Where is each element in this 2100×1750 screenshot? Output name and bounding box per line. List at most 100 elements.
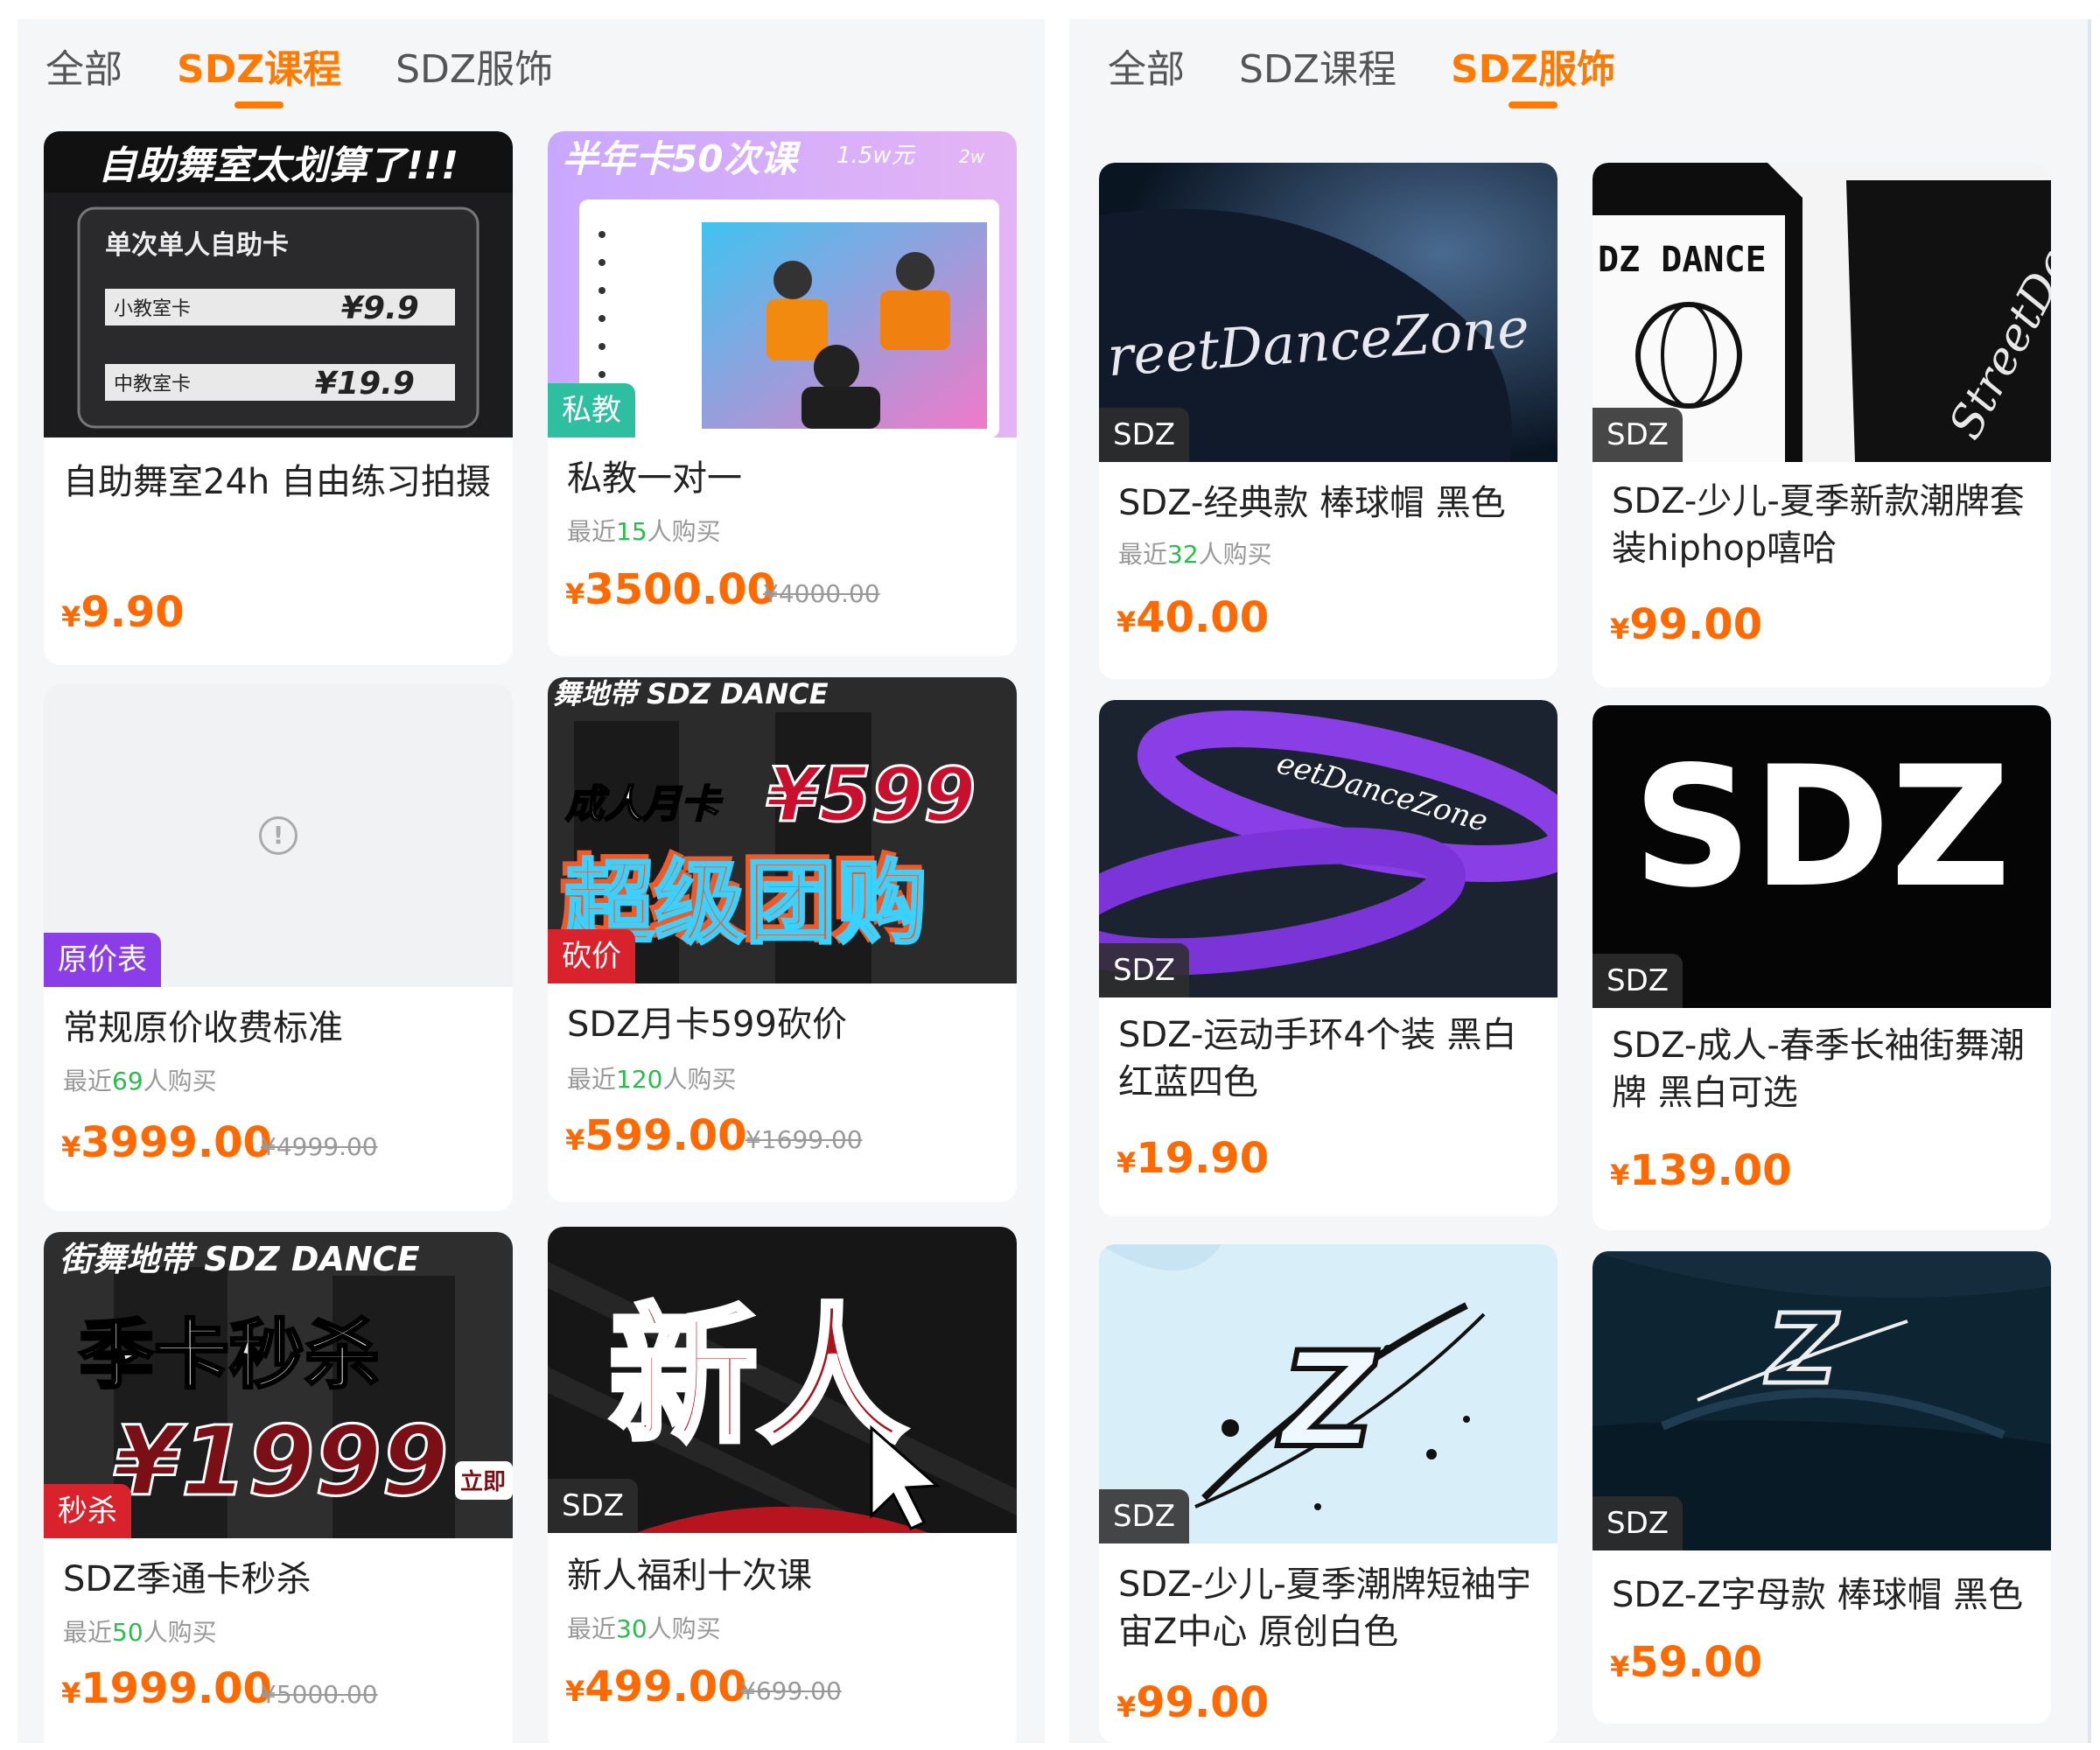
product-badge: 秒杀 xyxy=(44,1484,131,1538)
product-card[interactable]: Z SDZ SDZ-Z字母款 棒球帽 黑色 ¥59.00 xyxy=(1592,1251,2051,1724)
product-card[interactable]: 街舞地带 SDZ DANCE 季卡秒杀 ¥1999 立即 秒杀 SDZ季通卡秒杀… xyxy=(44,1232,513,1743)
product-price: ¥99.00 xyxy=(1116,1678,1270,1727)
product-badge: SDZ xyxy=(1099,408,1190,462)
original-price: ¥4999.00 xyxy=(261,1132,378,1161)
tab-sdz-apparel[interactable]: SDZ服饰 xyxy=(396,44,553,96)
product-price: ¥40.00 xyxy=(1116,593,1270,642)
image-side-text: 立即 xyxy=(460,1468,506,1495)
product-image: 街舞地带 SDZ DANCE 季卡秒杀 ¥1999 立即 秒杀 xyxy=(44,1232,513,1538)
product-title: SDZ-Z字母款 棒球帽 黑色 xyxy=(1612,1575,2024,1615)
sold-count: 最近30人购买 xyxy=(567,1614,721,1643)
tab-all[interactable]: 全部 xyxy=(46,44,122,96)
category-tabs: 全部 SDZ课程 SDZ服饰 xyxy=(1108,44,1615,114)
product-image-placeholder: ! 原价表 xyxy=(44,684,513,987)
image-row1-label: 小教室卡 xyxy=(114,298,191,320)
panel-divider xyxy=(2088,19,2091,1743)
product-price: ¥99.00 xyxy=(1610,600,1763,649)
product-title: SDZ-运动手环4个装 黑白红蓝四色 xyxy=(1118,1015,1517,1102)
product-image: reetDanceZone SDZ xyxy=(1099,163,1558,462)
product-card[interactable]: 半年卡50次课 1.5w元 2w 私教 私教一对一 最近15人购买 ¥3500.… xyxy=(548,131,1017,656)
product-title: SDZ月卡599砍价 xyxy=(567,1004,847,1045)
tab-sdz-apparel[interactable]: SDZ服饰 xyxy=(1451,44,1615,108)
image-amount: ¥599 xyxy=(766,752,976,839)
sold-count: 最近120人购买 xyxy=(567,1065,737,1094)
brand-logo: SDZ xyxy=(1633,731,2011,924)
image-big-text: 季卡秒杀 xyxy=(79,1312,380,1399)
product-price: ¥9.90 xyxy=(61,588,185,637)
product-badge: 原价表 xyxy=(44,933,161,987)
product-badge: SDZ xyxy=(548,1479,639,1533)
sold-count: 最近69人购买 xyxy=(63,1067,217,1096)
apparel-panel: 全部 SDZ课程 SDZ服饰 reetDanceZone SDZ SDZ-经典款… xyxy=(1069,19,2088,1743)
product-title: SDZ-少儿-夏季新款潮牌套装hiphop嘻哈 xyxy=(1612,481,2025,569)
product-image: 自助舞室太划算了!!! 单次单人自助卡 小教室卡 ¥9.9 中教室卡 ¥19.9 xyxy=(44,131,513,438)
image-shirt-text: DZ DANCE xyxy=(1598,240,1767,280)
image-big-text: 新人 xyxy=(609,1291,906,1464)
product-card[interactable]: 新人 SDZ 新人福利十次课 最近30人购买 ¥499.00 ¥699.00 xyxy=(548,1227,1017,1743)
tab-all[interactable]: 全部 xyxy=(1108,44,1185,96)
product-price: ¥1999.00 xyxy=(61,1664,272,1713)
product-title: SDZ季通卡秒杀 xyxy=(63,1559,312,1600)
product-price: ¥599.00 xyxy=(565,1111,747,1160)
product-badge: SDZ xyxy=(1592,1496,1684,1550)
image-top-text: 舞地带 SDZ DANCE xyxy=(553,677,829,710)
product-badge: SDZ xyxy=(1592,408,1684,462)
product-price: ¥499.00 xyxy=(565,1662,747,1712)
product-card[interactable]: reetDanceZone SDZ SDZ-经典款 棒球帽 黑色 最近32人购买… xyxy=(1099,163,1558,679)
original-price: ¥5000.00 xyxy=(261,1680,378,1709)
product-card[interactable]: ! 原价表 常规原价收费标准 最近69人购买 ¥3999.00 ¥4999.00 xyxy=(44,684,513,1211)
image-row2-label: 中教室卡 xyxy=(114,374,191,396)
product-image: DZ DANCE StreetDanceZone SDZ xyxy=(1592,163,2051,462)
product-title: 私教一对一 xyxy=(567,458,742,499)
product-badge: SDZ xyxy=(1099,1489,1190,1544)
image-headline: 半年卡50次课 xyxy=(562,137,801,180)
product-card[interactable]: 舞地带 SDZ DANCE 成人月卡 ¥599 超级团购 超级团购 砍价 SDZ… xyxy=(548,677,1017,1202)
tab-sdz-courses[interactable]: SDZ课程 xyxy=(177,44,341,108)
product-badge: SDZ xyxy=(1099,943,1190,998)
image-headline: 自助舞室太划算了!!! xyxy=(98,144,458,188)
product-price: ¥139.00 xyxy=(1610,1146,1792,1195)
image-tag: 2w xyxy=(959,146,985,167)
product-title: 新人福利十次课 xyxy=(567,1556,812,1596)
product-badge: 砍价 xyxy=(548,929,635,984)
info-icon: ! xyxy=(259,816,298,855)
original-price: ¥4000.00 xyxy=(763,579,880,608)
product-title: SDZ-少儿-夏季潮牌短袖宇宙Z中心 原创白色 xyxy=(1118,1564,1531,1652)
tab-sdz-courses[interactable]: SDZ课程 xyxy=(1239,44,1396,96)
product-image: Z SDZ xyxy=(1592,1251,2051,1550)
product-price: ¥3999.00 xyxy=(61,1118,272,1167)
product-title: SDZ-经典款 棒球帽 黑色 xyxy=(1118,483,1506,523)
product-card[interactable]: DZ DANCE StreetDanceZone SDZ SDZ-少儿-夏季新款… xyxy=(1592,163,2051,688)
product-card[interactable]: 自助舞室太划算了!!! 单次单人自助卡 小教室卡 ¥9.9 中教室卡 ¥19.9… xyxy=(44,131,513,665)
product-image: Z SDZ xyxy=(1099,1244,1558,1544)
sold-count: 最近15人购买 xyxy=(567,517,721,546)
product-title: SDZ-成人-春季长袖街舞潮牌 黑白可选 xyxy=(1612,1026,2025,1113)
product-title: 自助舞室24h 自由练习拍摄 xyxy=(63,462,491,502)
course-panel: 全部 SDZ课程 SDZ服饰 自助舞室太划算了!!! 单次单人自助卡 小教室卡 … xyxy=(18,19,1045,1743)
sold-count: 最近50人购买 xyxy=(63,1618,217,1647)
product-card[interactable]: eetDanceZone SDZ SDZ-运动手环4个装 黑白红蓝四色 ¥19.… xyxy=(1099,700,1558,1216)
product-card[interactable]: SDZ SDZ SDZ-成人-春季长袖街舞潮牌 黑白可选 ¥139.00 xyxy=(1592,705,2051,1230)
product-price: ¥19.90 xyxy=(1116,1134,1270,1183)
image-tag: 1.5w元 xyxy=(836,143,916,169)
product-image: SDZ SDZ xyxy=(1592,705,2051,1008)
product-image: eetDanceZone SDZ xyxy=(1099,700,1558,998)
brand-logo: Z xyxy=(1278,1325,1379,1477)
product-title: 常规原价收费标准 xyxy=(63,1008,343,1048)
image-label: 成人月卡 xyxy=(565,782,723,827)
product-card[interactable]: Z SDZ SDZ-少儿-夏季潮牌短袖宇宙Z中心 原创白色 ¥99.00 xyxy=(1099,1244,1558,1743)
product-price: ¥3500.00 xyxy=(565,565,776,614)
product-price: ¥59.00 xyxy=(1610,1638,1763,1687)
image-subtitle: 单次单人自助卡 xyxy=(105,230,289,261)
image-amount: ¥1999 xyxy=(114,1405,449,1517)
original-price: ¥699.00 xyxy=(740,1676,842,1705)
active-tab-indicator xyxy=(234,102,284,108)
image-top-text: 街舞地带 SDZ DANCE xyxy=(60,1240,420,1278)
product-image: 舞地带 SDZ DANCE 成人月卡 ¥599 超级团购 超级团购 砍价 xyxy=(548,677,1017,984)
product-badge: 私教 xyxy=(548,383,635,438)
product-image: 半年卡50次课 1.5w元 2w 私教 xyxy=(548,131,1017,438)
original-price: ¥1699.00 xyxy=(746,1125,863,1154)
category-tabs: 全部 SDZ课程 SDZ服饰 xyxy=(46,44,553,114)
product-badge: SDZ xyxy=(1592,954,1684,1008)
image-row2-price: ¥19.9 xyxy=(315,366,415,402)
